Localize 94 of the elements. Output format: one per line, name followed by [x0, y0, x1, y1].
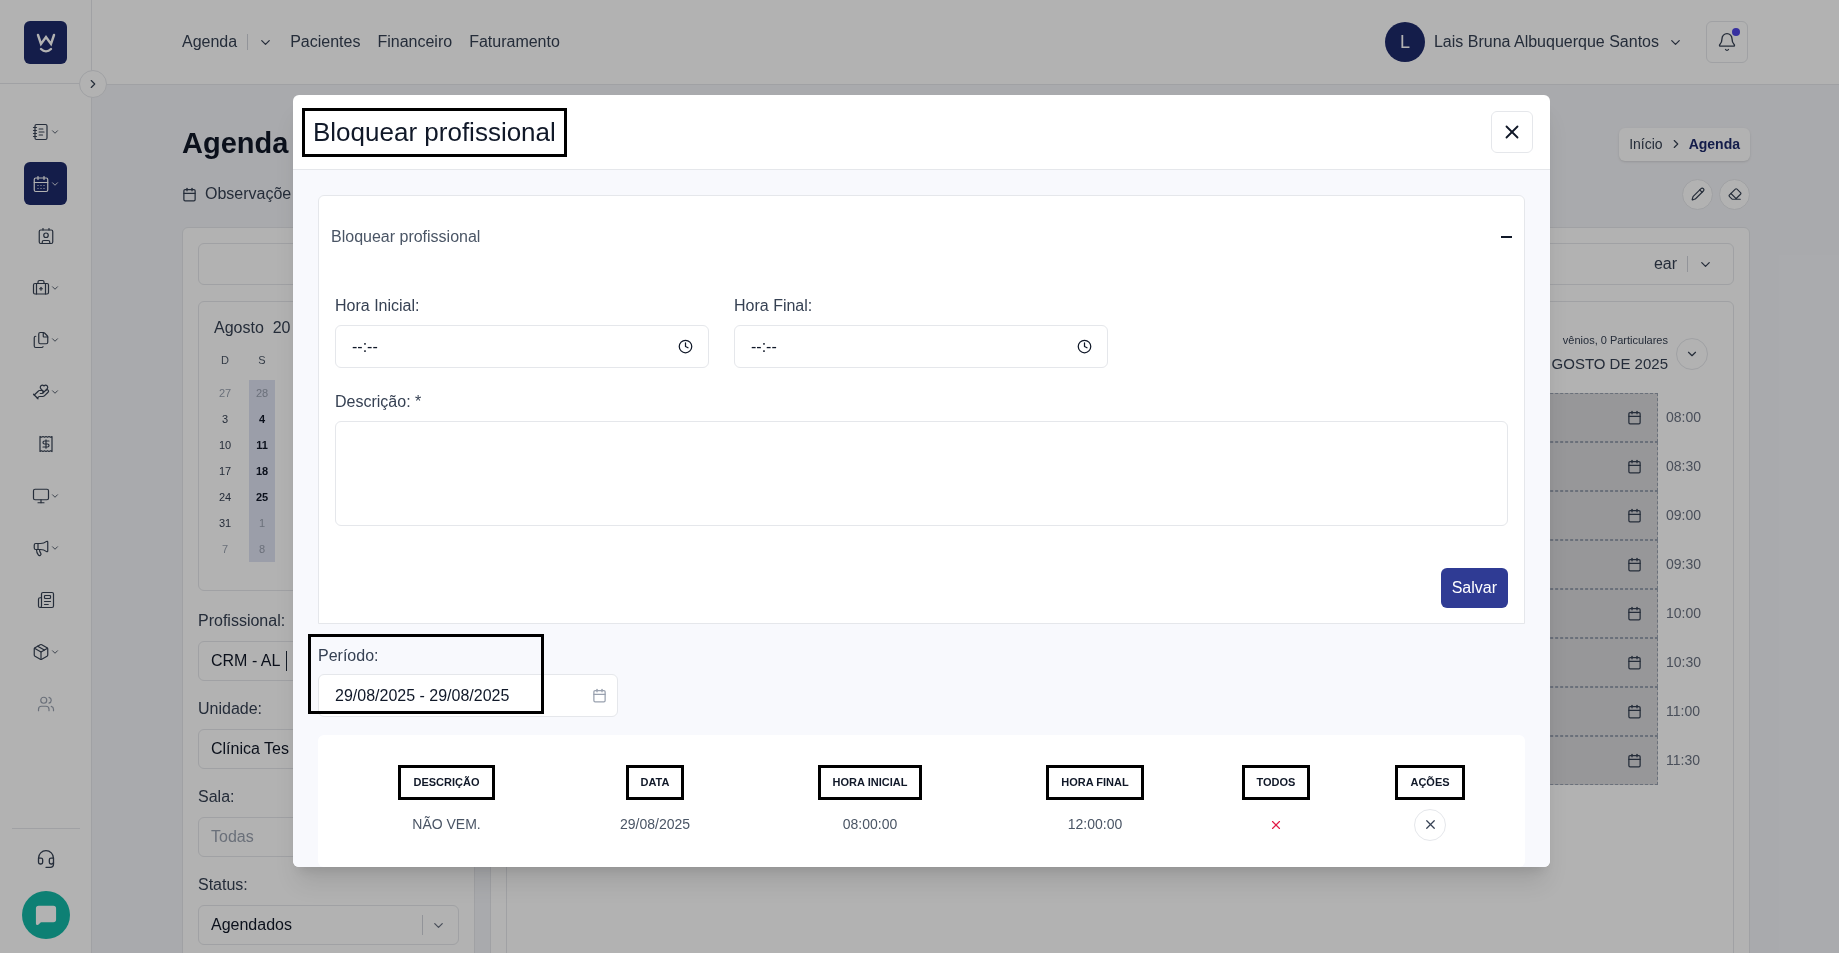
menu-icon [31, 330, 50, 349]
field-label: Descrição: * [335, 392, 423, 412]
nav-link[interactable]: Financeiro [377, 30, 453, 54]
column-header: DATA [625, 765, 685, 800]
slot-time: 10:00 [1665, 604, 1703, 623]
eraser-button[interactable] [1719, 178, 1750, 210]
calendar-icon [1627, 459, 1642, 474]
field-label: Profissional: [198, 611, 286, 631]
menu-icon [31, 538, 50, 557]
bell-icon [1717, 32, 1737, 52]
calendar-icon [182, 186, 197, 202]
eraser-icon [1727, 187, 1742, 201]
calendar-day[interactable]: 3 [221, 406, 229, 432]
close-button[interactable] [1491, 111, 1533, 153]
clock-icon [1077, 339, 1092, 354]
calendar-day[interactable]: 4 [258, 406, 266, 432]
column-header: AÇÕES [1395, 765, 1465, 800]
calendar-day[interactable]: 25 [255, 484, 269, 510]
calendar-icon [1627, 410, 1642, 425]
calendar-icon [1627, 704, 1642, 719]
chat-icon [34, 904, 57, 926]
calendar-day[interactable]: 17 [218, 458, 232, 484]
slot-time: 09:30 [1665, 555, 1703, 574]
save-button[interactable]: Salvar [1440, 568, 1508, 608]
minus-icon [1501, 236, 1512, 238]
pencil-icon [1690, 187, 1705, 201]
table-cell-text: 08:00:00 [842, 815, 898, 834]
observations-link[interactable]: Observaçõe [205, 182, 292, 206]
edit-button[interactable] [1682, 178, 1713, 210]
menu-icon [36, 694, 55, 713]
menu-icon [31, 382, 50, 401]
column-header: TODOS [1241, 765, 1311, 800]
menu-icon [36, 590, 55, 609]
calendar-icon [1627, 606, 1642, 621]
column-header: DESCRIÇÃO [398, 765, 495, 800]
calendar-day[interactable]: 10 [218, 432, 232, 458]
menu-icon [36, 434, 55, 453]
menu-icon [36, 226, 55, 245]
calendar-icon [1627, 655, 1642, 670]
section-title: Bloquear profissional [331, 227, 481, 247]
nav-link[interactable]: Agenda [182, 30, 274, 54]
menu-icon [31, 278, 50, 297]
column-header: HORA INICIAL [817, 765, 923, 800]
user-avatar[interactable]: L [1384, 22, 1425, 62]
clock-icon [678, 339, 693, 354]
calendar-day[interactable]: 18 [255, 458, 269, 484]
calendar-icon [1627, 508, 1642, 523]
breadcrumb-current: Agenda [1688, 134, 1740, 154]
calendar-month: Agosto 20 [214, 318, 291, 338]
menu-icon [31, 122, 50, 141]
slot-time: 09:00 [1665, 506, 1703, 525]
weekday-label: D [221, 353, 229, 368]
sidebar-item[interactable] [24, 162, 67, 205]
table-cell-text: NÃO VEM. [412, 815, 481, 834]
user-name[interactable]: Lais Bruna Albuquerque Santos [1433, 30, 1659, 54]
slot-time: 08:00 [1665, 408, 1703, 427]
calendar-day[interactable]: 24 [218, 484, 232, 510]
calendar-day[interactable]: 31 [218, 510, 232, 536]
appointments-summary: vênios, 0 Particulares [1562, 333, 1668, 348]
notifications-button[interactable] [1706, 21, 1748, 63]
page-title: Agenda [182, 126, 289, 162]
column-header: HORA FINAL [1046, 765, 1144, 800]
time-field[interactable]: --:-- [335, 325, 709, 368]
weekday-label: S [258, 353, 266, 368]
time-field[interactable]: --:-- [734, 325, 1108, 368]
calendar-icon [1627, 557, 1642, 572]
field-label: Sala: [198, 787, 235, 807]
table-cell-text: 12:00:00 [1067, 815, 1123, 834]
nav-link[interactable]: Faturamento [469, 30, 560, 54]
calendar-day[interactable]: 11 [256, 432, 268, 458]
field-label: Hora Inicial: [335, 296, 421, 316]
select-field[interactable]: Agendados [198, 905, 459, 945]
field-label: Período: [318, 646, 380, 666]
schedule-date: GOSTO DE 2025 [1551, 353, 1668, 374]
nav-link[interactable]: Pacientes [290, 30, 361, 54]
dialog-title: Bloquear profissional [302, 107, 567, 157]
field-label: Unidade: [198, 699, 263, 719]
slot-time: 08:30 [1665, 457, 1703, 476]
menu-icon [31, 174, 50, 193]
field-label: Status: [198, 875, 248, 895]
logo[interactable] [24, 21, 67, 64]
menu-icon [31, 486, 50, 505]
breadcrumb-link[interactable]: Início [1629, 133, 1663, 155]
slot-time: 10:30 [1665, 653, 1703, 672]
support-icon[interactable] [35, 849, 56, 869]
description-field[interactable] [335, 421, 1508, 526]
field-label: Hora Final: [734, 296, 814, 316]
calendar-icon [592, 688, 607, 703]
slot-time: 11:30 [1665, 751, 1701, 770]
date-range-field[interactable]: 29/08/2025 - 29/08/2025 [318, 674, 618, 717]
menu-icon [31, 642, 50, 661]
calendar-icon [1627, 753, 1642, 768]
slot-time: 11:00 [1665, 702, 1701, 721]
table-cell-text: 29/08/2025 [619, 815, 691, 834]
